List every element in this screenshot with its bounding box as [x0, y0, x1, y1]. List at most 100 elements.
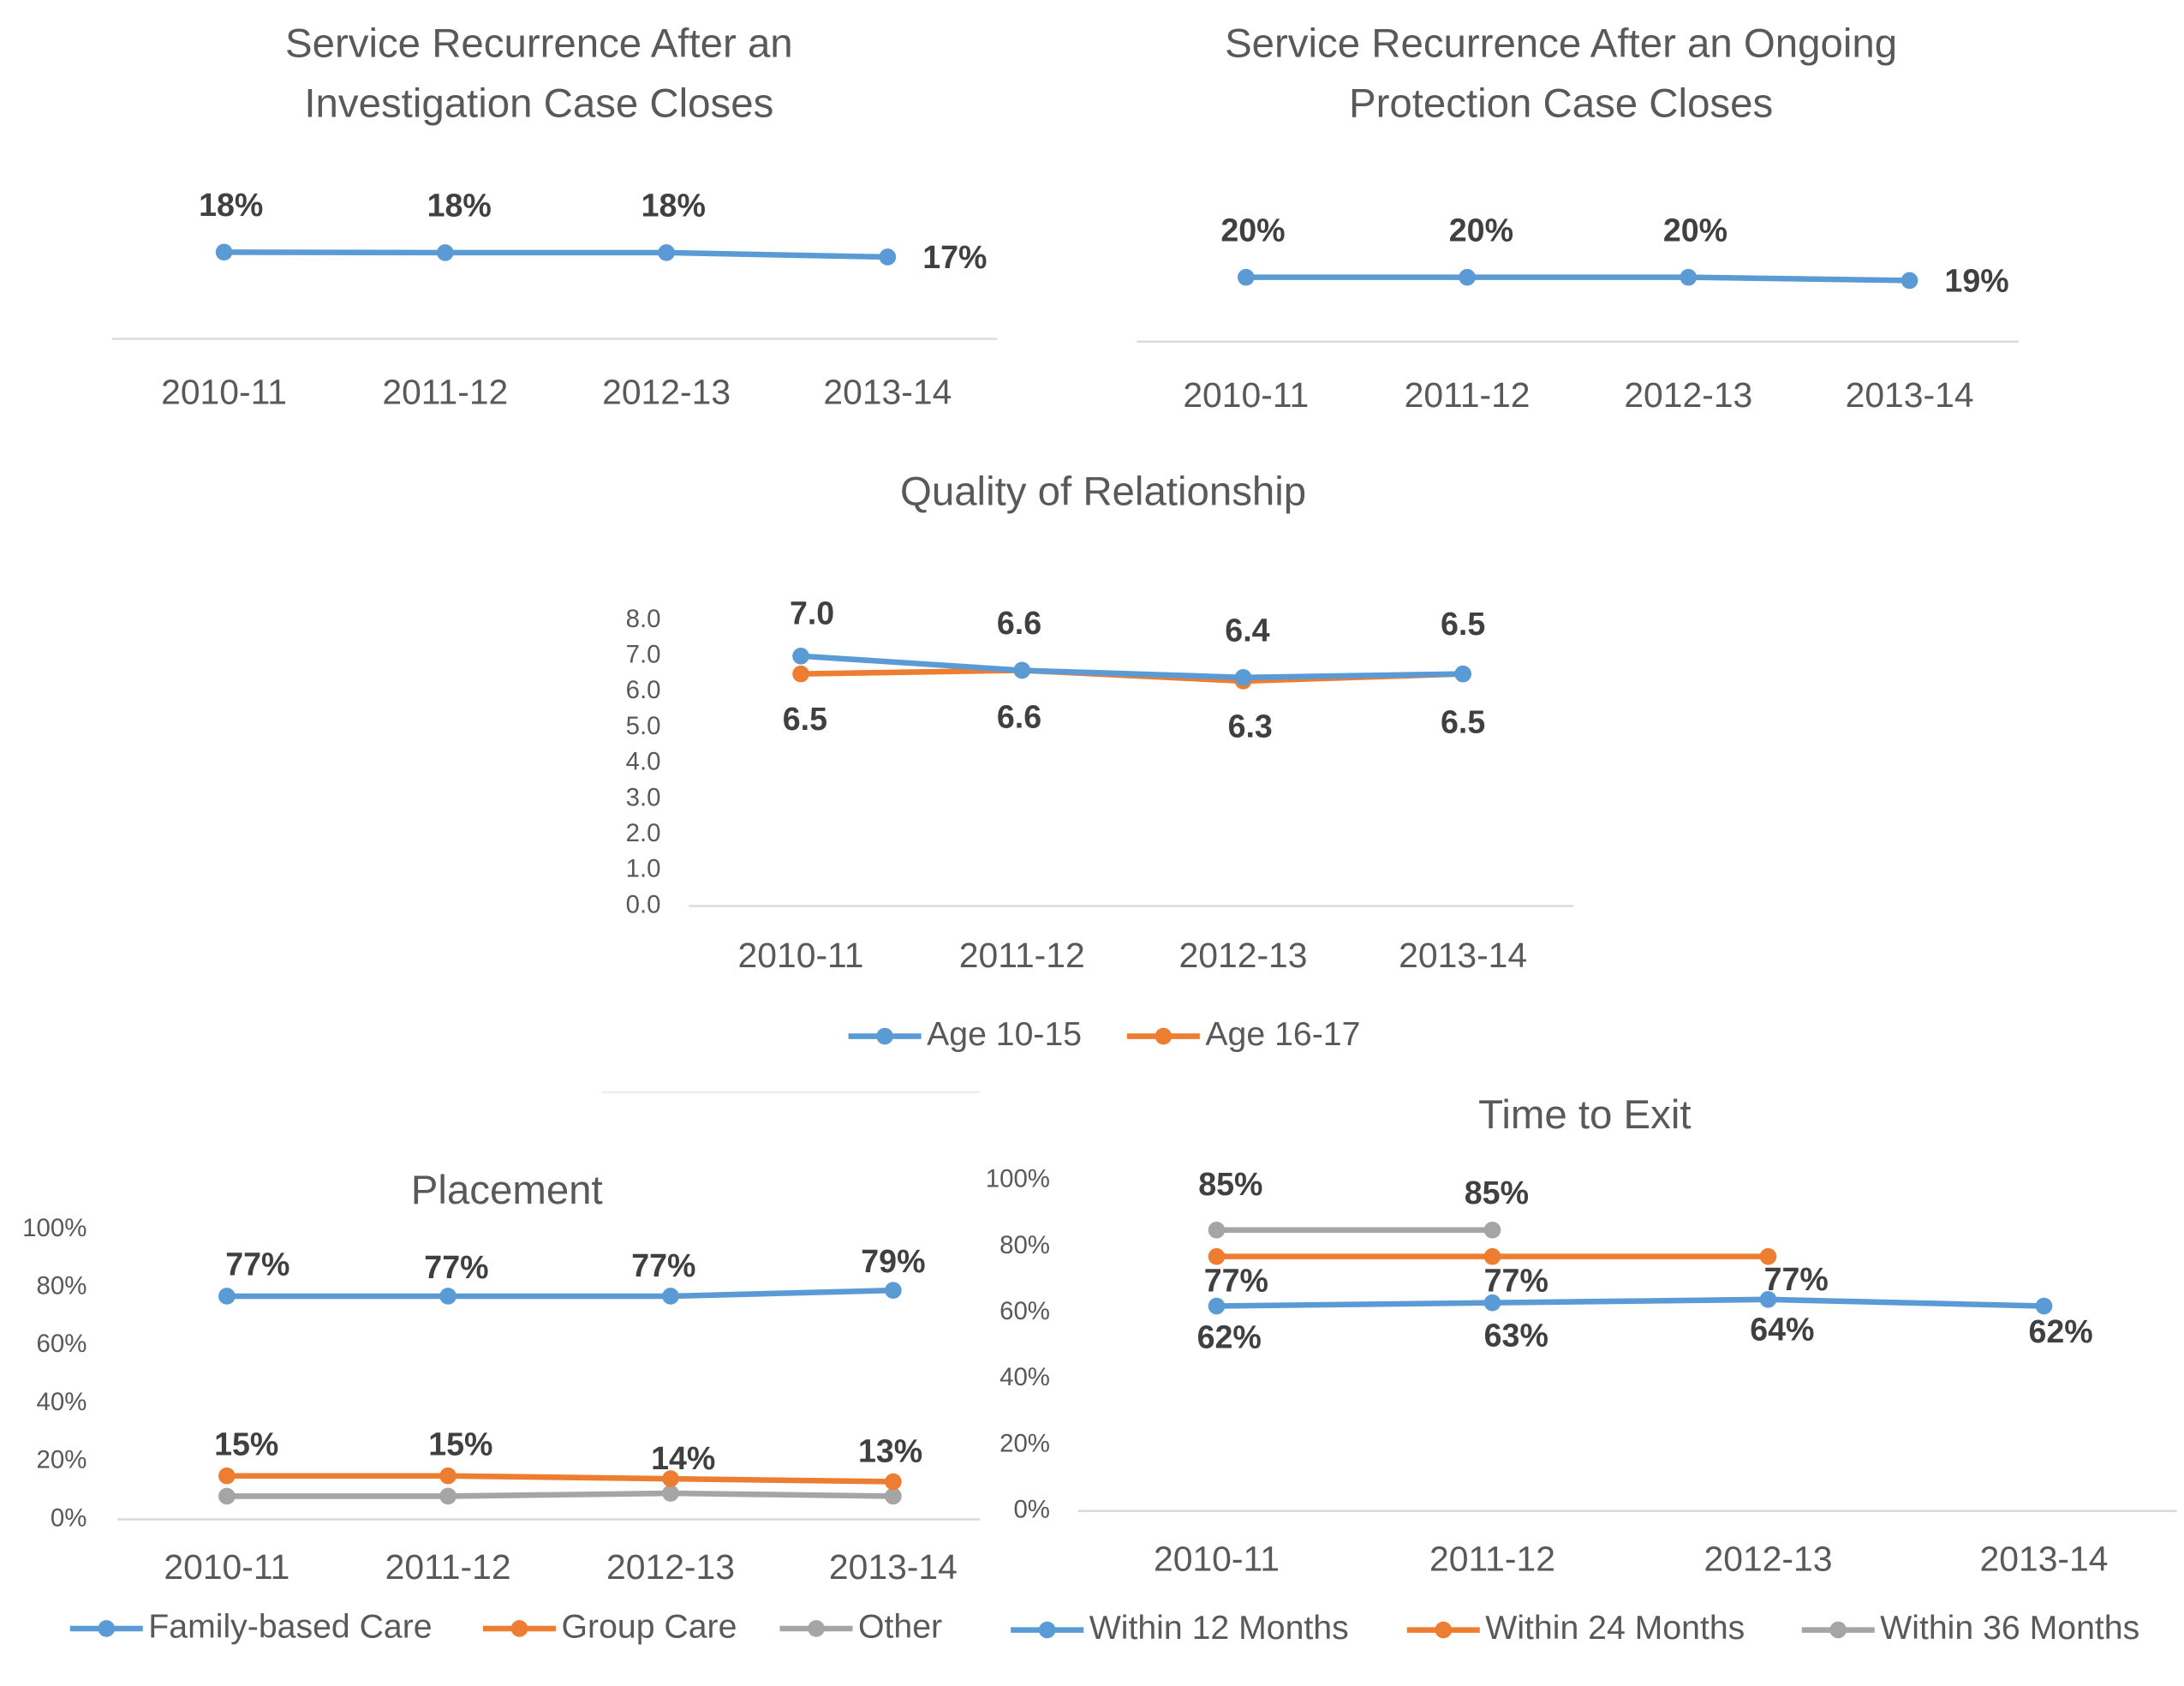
x-tick-label: 2012-13 — [1624, 375, 1752, 415]
y-tick-label: 0.0 — [626, 890, 661, 918]
y-tick-label: 100% — [22, 1214, 87, 1242]
x-tick-label: 2012-13 — [602, 373, 731, 412]
chart-4: Time to Exit 2010-11 2011-12 2012-13 2013-14… — [986, 1092, 2177, 1647]
legend-marker-icon — [1155, 1027, 1173, 1045]
legend-marker-icon — [1038, 1621, 1056, 1639]
data-label: 20% — [1220, 212, 1285, 248]
y-tick-label: 7.0 — [626, 641, 661, 669]
data-label: 77% — [1204, 1263, 1268, 1299]
chart-0: Service Recurrence After an Investigation… — [111, 21, 997, 412]
y-tick-label: 40% — [1000, 1363, 1050, 1391]
data-point — [1208, 1297, 1226, 1315]
x-tick-label: 2011-12 — [1405, 375, 1531, 415]
data-label: 79% — [861, 1243, 925, 1279]
chart-title: Time to Exit — [1478, 1092, 1691, 1138]
legend-item[interactable]: Within 24 Months — [1406, 1609, 1745, 1647]
legend-item[interactable]: Age 16-17 — [1126, 1015, 1361, 1053]
series-line-0 — [1245, 274, 1910, 284]
data-label: 77% — [1484, 1263, 1548, 1299]
data-point — [662, 1288, 679, 1305]
x-tick-label: 2013-14 — [829, 1547, 958, 1587]
data-label: 63% — [1484, 1317, 1548, 1353]
legend-marker-icon — [510, 1620, 528, 1637]
data-label: 77% — [424, 1249, 488, 1285]
data-point — [792, 647, 809, 665]
x-tick-label: 2013-14 — [1846, 375, 1974, 415]
chart-title: Quality of Relationship — [900, 469, 1306, 515]
data-label: 77% — [631, 1247, 695, 1283]
y-tick-label: 6.0 — [626, 676, 661, 704]
x-tick-label: 2010-11 — [1154, 1539, 1280, 1578]
x-tick-label: 2011-12 — [959, 936, 1085, 975]
legend-item[interactable]: Age 10-15 — [848, 1015, 1083, 1053]
chart-title: Placement — [411, 1168, 603, 1213]
data-label: 18% — [199, 187, 263, 223]
legend-label: Other — [858, 1607, 942, 1645]
data-point — [1901, 272, 1918, 290]
data-point — [1208, 1221, 1226, 1239]
chart-title: Service Recurrence After an Ongoing — [1225, 21, 1897, 66]
data-label: 19% — [1944, 263, 2008, 299]
series-line-0 — [224, 249, 888, 260]
x-tick-label: 2011-12 — [382, 373, 508, 412]
series-line-0 — [226, 1287, 893, 1300]
legend-marker-icon — [876, 1027, 893, 1045]
chart-3: Placement 2010-11 2011-12 2012-13 2013-14 0% 2… — [22, 1168, 981, 1645]
x-tick-label: 2013-14 — [1980, 1539, 2109, 1578]
data-label: 17% — [922, 239, 987, 275]
legend-label: Family-based Care — [148, 1607, 432, 1645]
y-tick-label: 3.0 — [626, 783, 661, 811]
chart-title: Service Recurrence After an — [285, 21, 793, 66]
legend-marker-icon — [1435, 1621, 1453, 1639]
x-tick-label: 2010-11 — [164, 1547, 289, 1587]
data-label: 62% — [2029, 1313, 2093, 1349]
x-tick-label: 2013-14 — [823, 373, 952, 412]
legend-label: Within 12 Months — [1089, 1609, 1349, 1647]
y-tick-label: 60% — [37, 1330, 87, 1358]
y-tick-label: 20% — [1000, 1429, 1050, 1457]
data-point — [439, 1487, 456, 1505]
x-tick-label: 2011-12 — [385, 1547, 511, 1587]
y-tick-label: 5.0 — [626, 712, 661, 740]
y-tick-label: 80% — [37, 1272, 87, 1300]
legend-label: Group Care — [562, 1607, 737, 1645]
y-tick-label: 0% — [51, 1504, 87, 1532]
data-label: 85% — [1465, 1175, 1529, 1211]
data-label: 6.6 — [997, 605, 1041, 641]
series-line-1 — [226, 1473, 893, 1485]
x-tick-label: 2012-13 — [1704, 1539, 1833, 1578]
data-label: 85% — [1198, 1166, 1262, 1202]
y-tick-label: 4.0 — [626, 748, 661, 776]
y-tick-label: 20% — [37, 1446, 87, 1474]
data-point — [658, 244, 675, 261]
data-label: 77% — [1764, 1261, 1829, 1297]
legend-item[interactable]: Other — [779, 1607, 942, 1645]
data-label: 6.4 — [1225, 612, 1269, 648]
legend-marker-icon — [808, 1620, 825, 1637]
legend-item[interactable]: Within 12 Months — [1011, 1609, 1349, 1647]
data-point — [437, 244, 454, 261]
data-label: 18% — [427, 188, 492, 224]
x-tick-label: 2011-12 — [1429, 1539, 1555, 1578]
legend-label: Age 10-15 — [927, 1015, 1082, 1053]
data-point — [1454, 665, 1471, 683]
legend-item[interactable]: Family-based Care — [69, 1607, 433, 1645]
data-label: 18% — [641, 188, 706, 224]
x-tick-label: 2010-11 — [738, 936, 864, 975]
legend-item[interactable]: Group Care — [482, 1607, 737, 1645]
y-tick-label: 60% — [1000, 1297, 1050, 1325]
data-label: 7.0 — [790, 595, 834, 631]
legend-marker-icon — [1829, 1621, 1847, 1639]
x-tick-label: 2010-11 — [1183, 375, 1309, 415]
data-point — [792, 665, 809, 683]
x-tick-label: 2010-11 — [161, 373, 287, 412]
x-tick-label: 2012-13 — [1179, 936, 1308, 975]
legend-label: Within 24 Months — [1485, 1609, 1745, 1647]
legend-item[interactable]: Within 36 Months — [1801, 1609, 2140, 1647]
data-point — [885, 1473, 902, 1491]
data-label: 20% — [1449, 212, 1513, 248]
dashboard-charts: Service Recurrence After an Investigation… — [22, 21, 2177, 1647]
data-point — [1483, 1221, 1501, 1239]
data-point — [1234, 668, 1252, 686]
chart-1: Service Recurrence After an Ongoing Prote… — [1137, 21, 2020, 415]
